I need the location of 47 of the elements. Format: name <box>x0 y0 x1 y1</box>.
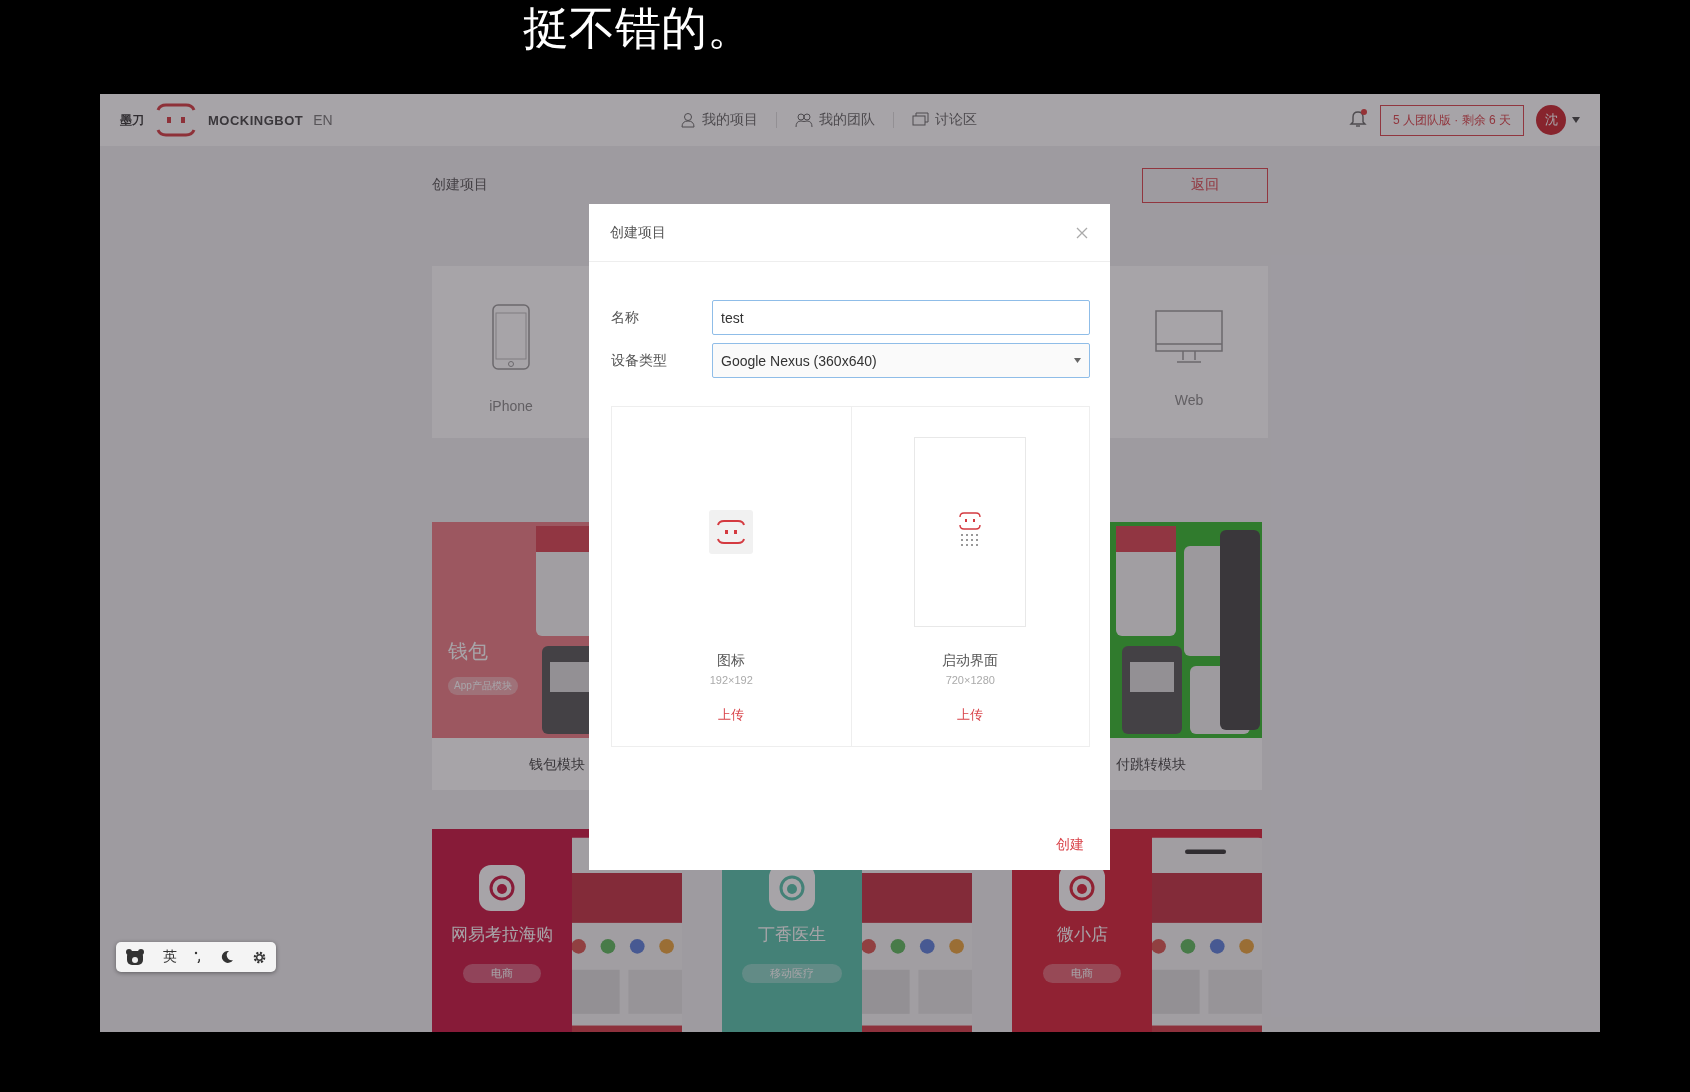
app-name: 网易考拉海购 <box>451 924 553 946</box>
monitor-icon <box>1155 310 1223 364</box>
template-caption: 钱包模块 <box>528 755 586 774</box>
team-icon <box>795 112 813 128</box>
nav-link[interactable]: 我的项目 <box>680 111 758 129</box>
chat-icon <box>912 112 929 128</box>
page-title: 创建项目 <box>432 176 488 194</box>
brand-name: MOCKINGBOT <box>208 112 304 128</box>
field-label: 名称 <box>611 308 640 327</box>
settings-icon[interactable] <box>252 949 268 965</box>
punctuation-icon[interactable] <box>194 951 203 963</box>
showcase-card[interactable]: 网易考拉海购 电商 <box>432 829 682 1032</box>
bear-icon[interactable] <box>124 948 145 966</box>
user-avatar[interactable]: 沈 <box>1536 105 1566 135</box>
dialog-title: 创建项目 <box>610 223 666 242</box>
name-input-field[interactable]: test <box>712 300 1090 335</box>
logo-text: 墨刀 <box>120 111 144 129</box>
field-label: 设备类型 <box>611 351 668 370</box>
app-name: 微小店 <box>1056 924 1108 946</box>
template-title: 钱包 <box>448 639 489 664</box>
device-type-dropdown[interactable]: Google Nexus (360x640) <box>712 343 1090 378</box>
image-size: 720×1280 <box>945 674 995 686</box>
back-button[interactable]: 返回 <box>1142 167 1268 203</box>
phone-icon <box>492 304 530 370</box>
upload-link[interactable]: 上传 <box>957 706 984 724</box>
template-caption: 付跳转模块 <box>1115 755 1187 774</box>
language-link[interactable]: EN <box>313 112 333 128</box>
nav-link[interactable]: 我的团队 <box>795 111 875 129</box>
user-icon <box>680 112 696 128</box>
app-name: 丁香医生 <box>758 924 826 946</box>
video-subtitle: 挺不错的。 <box>523 1 753 56</box>
moon-icon[interactable] <box>220 950 235 964</box>
upload-label: 启动界面 <box>942 652 999 670</box>
plan-badge[interactable]: 5 人团队版 · 剩余 6 天 <box>1380 104 1524 136</box>
create-button[interactable]: 创建 <box>1050 835 1090 855</box>
app-icon <box>479 865 525 911</box>
upload-link[interactable]: 上传 <box>718 706 745 724</box>
caret-icon[interactable] <box>1572 117 1580 123</box>
device-card[interactable]: iPhone <box>432 266 590 438</box>
device-card[interactable]: Web <box>1110 266 1268 438</box>
upload-label: 图标 <box>717 652 746 670</box>
nav-link[interactable]: 讨论区 <box>912 111 977 129</box>
logo-icon[interactable] <box>154 103 198 137</box>
image-size: 192×192 <box>709 674 753 686</box>
app-icon-preview-icon <box>709 509 754 554</box>
input-mode-toggle[interactable]: 英 <box>162 948 177 966</box>
caret-icon[interactable] <box>1074 358 1081 363</box>
